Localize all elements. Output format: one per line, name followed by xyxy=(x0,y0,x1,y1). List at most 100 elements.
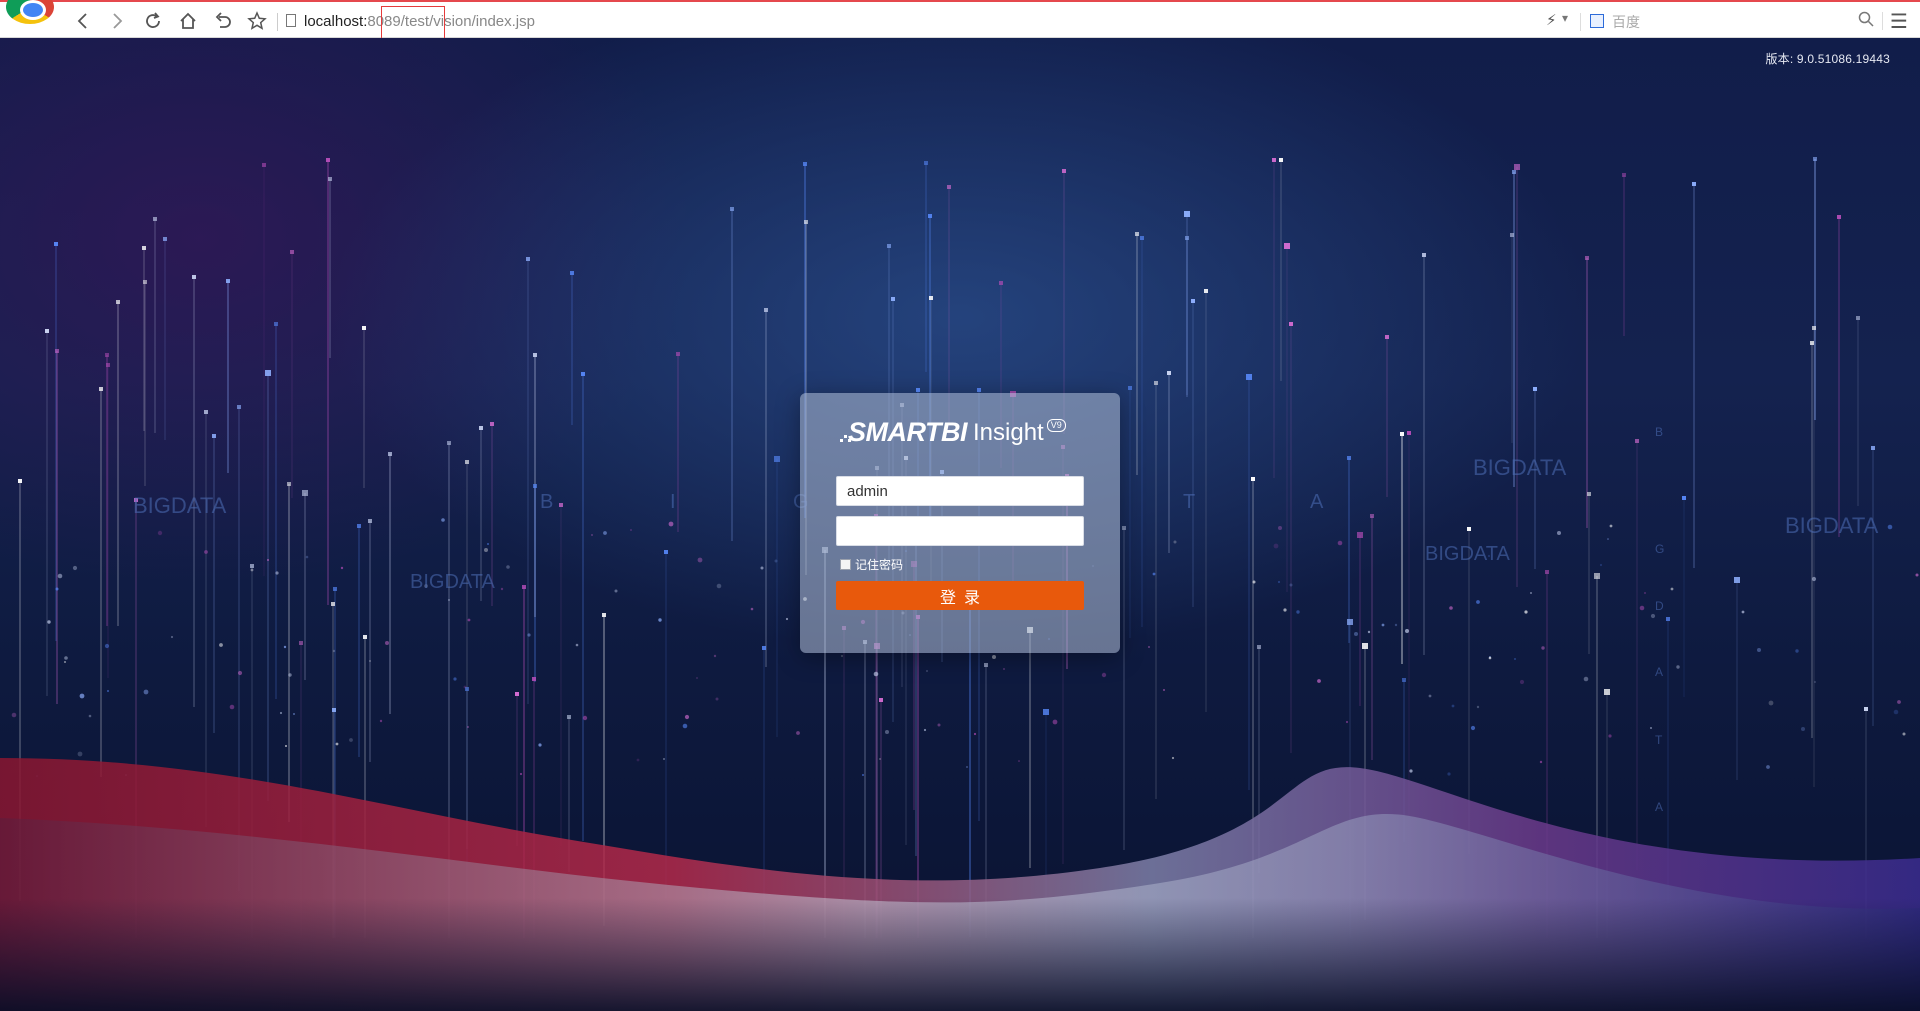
light-dot xyxy=(887,244,891,248)
terrain-shadow xyxy=(0,898,1920,1011)
page-icon xyxy=(286,14,296,27)
bokeh-dot xyxy=(1609,524,1613,528)
bokeh-dot xyxy=(219,643,223,647)
light-dot xyxy=(515,692,519,696)
light-dot xyxy=(567,715,571,719)
light-dot xyxy=(1533,387,1537,391)
bokeh-dot xyxy=(1409,769,1413,773)
light-dot xyxy=(1407,431,1411,435)
bokeh-dot xyxy=(267,559,269,561)
bokeh-dot xyxy=(527,633,531,637)
bokeh-dot xyxy=(441,518,445,522)
bokeh-dot xyxy=(1381,623,1385,627)
bokeh-dot xyxy=(614,589,618,593)
bokeh-dot xyxy=(1557,531,1561,535)
light-dot xyxy=(368,519,372,523)
light-dot xyxy=(105,353,109,357)
smartbi-logo: SMARTBI Insight V9 xyxy=(840,417,1066,451)
login-button[interactable]: 登录 xyxy=(836,581,1084,610)
light-dot xyxy=(762,646,766,650)
bokeh-dot xyxy=(582,715,588,721)
background-word: B xyxy=(540,491,553,513)
light-dot xyxy=(533,353,537,357)
bokeh-dot xyxy=(506,565,510,569)
light-dot xyxy=(879,698,883,702)
username-input[interactable] xyxy=(836,476,1084,506)
bokeh-dot xyxy=(873,671,879,677)
bokeh-dot xyxy=(229,704,235,710)
bokeh-dot xyxy=(1768,700,1774,706)
background-word: A xyxy=(1655,800,1663,814)
home-icon[interactable] xyxy=(175,8,201,34)
light-dot xyxy=(363,635,367,639)
reload-icon[interactable] xyxy=(140,8,166,34)
bokeh-dot xyxy=(885,730,889,734)
undo-icon[interactable] xyxy=(210,8,236,34)
background-word: BIGDATA xyxy=(1473,455,1567,480)
light-dot xyxy=(916,388,920,392)
bokeh-dot xyxy=(1795,649,1799,653)
forward-icon[interactable] xyxy=(104,8,130,34)
menu-icon[interactable]: ☰ xyxy=(1890,9,1908,34)
bokeh-dot xyxy=(463,685,467,689)
light-dot xyxy=(465,460,469,464)
bokeh-dot xyxy=(305,555,309,559)
password-input[interactable] xyxy=(836,516,1084,546)
light-dot xyxy=(999,281,1003,285)
bokeh-dot xyxy=(715,697,719,701)
bokeh-dot xyxy=(1514,658,1516,660)
bokeh-dot xyxy=(64,656,68,660)
bokeh-dot xyxy=(1317,679,1321,683)
search-icon[interactable] xyxy=(1858,11,1874,32)
bokeh-dot xyxy=(1757,648,1761,652)
bokeh-dot xyxy=(713,654,717,658)
background-word: T xyxy=(1655,733,1663,747)
bokeh-dot xyxy=(487,543,489,545)
bokeh-dot xyxy=(1639,605,1645,611)
light-dot xyxy=(1167,371,1171,375)
back-icon[interactable] xyxy=(70,8,96,34)
light-dot xyxy=(333,587,337,591)
light-dot xyxy=(204,410,208,414)
background-word: B xyxy=(1655,425,1663,439)
star-icon[interactable] xyxy=(244,8,270,34)
bokeh-dot xyxy=(1252,580,1256,584)
light-dot xyxy=(1191,299,1195,303)
light-dot xyxy=(326,158,330,162)
light-dot xyxy=(764,308,768,312)
light-dot xyxy=(299,641,303,645)
light-dot xyxy=(1585,256,1589,260)
bokeh-dot xyxy=(1337,540,1343,546)
light-dot xyxy=(891,297,895,301)
light-dot xyxy=(331,602,335,606)
light-dot xyxy=(1279,158,1283,162)
light-dot xyxy=(1512,170,1516,174)
logo-dots-icon xyxy=(840,435,851,442)
light-dot xyxy=(357,524,361,528)
light-dot xyxy=(581,372,585,376)
light-dot xyxy=(1594,573,1600,579)
remember-password[interactable]: 记住密码 xyxy=(840,556,903,572)
light-dot xyxy=(1140,236,1144,240)
bokeh-dot xyxy=(1018,760,1020,762)
bokeh-dot xyxy=(1893,709,1899,715)
background-word: I xyxy=(670,491,676,513)
browser-toolbar: localhost:8089/test/vision/index.jsp ⚡ ▾… xyxy=(0,0,1920,39)
light-dot xyxy=(1622,173,1626,177)
bokeh-dot xyxy=(575,643,579,647)
bokeh-dot xyxy=(279,711,283,715)
bokeh-dot xyxy=(684,714,690,720)
light-dot xyxy=(250,564,254,568)
bokeh-dot xyxy=(785,617,789,621)
bokeh-dot xyxy=(157,530,163,536)
bokeh-dot xyxy=(1915,573,1919,577)
bokeh-dot xyxy=(1524,610,1528,614)
bokeh-dot xyxy=(1608,734,1612,738)
bokeh-dot xyxy=(11,712,17,718)
bolt-icon[interactable]: ⚡ xyxy=(1546,11,1557,29)
chevron-down-icon[interactable]: ▾ xyxy=(1562,11,1568,25)
remember-password-checkbox[interactable] xyxy=(840,558,851,570)
background-word: BIGDATA xyxy=(410,571,495,593)
search-input[interactable]: 百度 xyxy=(1612,12,1640,32)
bokeh-dot xyxy=(104,643,110,649)
